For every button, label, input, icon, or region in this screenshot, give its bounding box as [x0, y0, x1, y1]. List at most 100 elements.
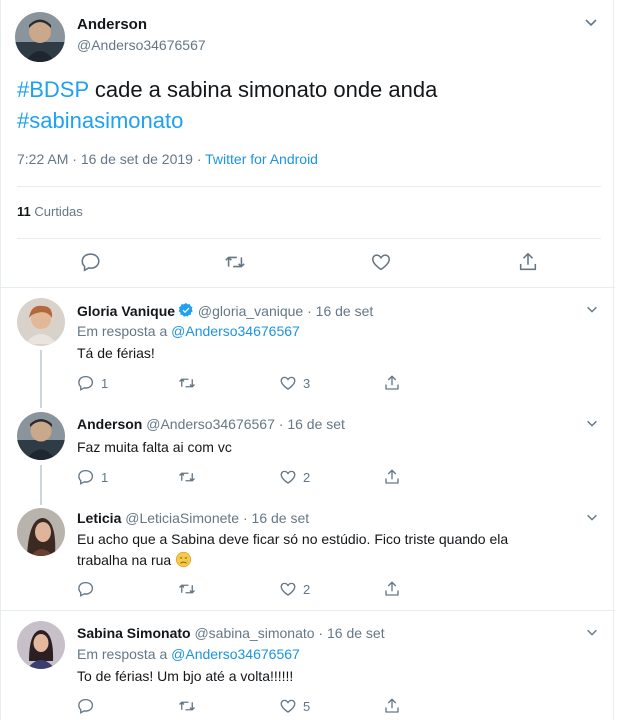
chevron-down-icon[interactable] — [585, 625, 599, 644]
retweet-button[interactable] — [177, 695, 197, 717]
reply-author-handle[interactable]: @Anderso34676567 — [146, 416, 275, 432]
retweet-button[interactable] — [177, 578, 197, 600]
reply-button[interactable]: 1 — [77, 372, 108, 394]
reply-tweet[interactable]: Sabina Simonato @sabina_simonato · 16 de… — [1, 610, 615, 720]
reply-date[interactable]: 16 de set — [316, 303, 374, 319]
likes-summary[interactable]: 11 Curtidas — [17, 204, 83, 219]
share-button[interactable] — [383, 372, 401, 394]
chevron-down-icon[interactable] — [585, 416, 599, 435]
tweet-thread-page: Anderson @Anderso34676567 #BDSP cade a s… — [0, 0, 615, 720]
reply-text-body: Eu acho que a Sabina deve ficar só no es… — [77, 531, 509, 568]
tweet-text-body: cade a sabina simonato onde anda — [88, 77, 438, 102]
retweet-icon — [179, 701, 195, 711]
reply-button[interactable] — [77, 695, 101, 717]
reply-header: Anderson @Anderso34676567 · 16 de set — [77, 416, 345, 432]
reply-icon — [78, 469, 94, 485]
avatar[interactable] — [15, 12, 65, 62]
reply-header: Leticia @LeticiaSimonete · 16 de set — [77, 510, 309, 526]
in-reply-to-label: Em resposta a — [77, 323, 168, 339]
verified-badge-icon — [178, 302, 194, 321]
retweet-icon — [179, 584, 195, 594]
share-button[interactable] — [514, 248, 542, 276]
avatar[interactable] — [17, 298, 65, 346]
share-button[interactable] — [383, 695, 401, 717]
reply-author-name[interactable]: Sabina Simonato — [77, 625, 191, 641]
share-icon — [385, 375, 399, 390]
reply-icon — [78, 375, 94, 391]
reply-author-name[interactable]: Leticia — [77, 510, 121, 526]
author-handle[interactable]: @Anderso34676567 — [77, 37, 206, 53]
reply-author-handle[interactable]: @gloria_vanique — [198, 303, 303, 319]
reply-author-name[interactable]: Gloria Vanique — [77, 303, 175, 319]
tweet-actions — [1, 248, 615, 278]
like-button[interactable]: 2 — [279, 466, 310, 488]
reply-button[interactable] — [77, 248, 105, 276]
avatar[interactable] — [17, 621, 65, 669]
reply-icon — [78, 698, 94, 714]
reply-count: 1 — [101, 375, 109, 391]
reply-author-handle[interactable]: @sabina_simonato — [194, 625, 314, 641]
like-button[interactable] — [367, 248, 395, 276]
reply-date[interactable]: 16 de set — [327, 625, 385, 641]
avatar[interactable] — [17, 412, 65, 460]
reply-icon — [81, 253, 100, 272]
hashtag-link[interactable]: #BDSP — [17, 77, 89, 102]
like-icon — [371, 254, 391, 271]
reply-text: Faz muita falta ai com vc — [77, 439, 232, 455]
reply-author-handle[interactable]: @LeticiaSimonete — [125, 510, 239, 526]
in-reply-to-link[interactable]: @Anderso34676567 — [171, 323, 300, 339]
share-icon — [385, 581, 399, 596]
chevron-down-icon[interactable] — [583, 14, 599, 35]
reply-author-name[interactable]: Anderson — [77, 416, 142, 432]
reply-button[interactable]: 1 — [77, 466, 108, 488]
divider — [17, 238, 601, 239]
reply-date[interactable]: 16 de set — [287, 416, 345, 432]
avatar[interactable] — [17, 508, 65, 556]
like-button[interactable]: 2 — [279, 578, 310, 600]
main-tweet: Anderson @Anderso34676567 #BDSP cade a s… — [1, 0, 615, 288]
meta-separator: · — [242, 510, 248, 526]
meta-separator: · — [307, 303, 312, 319]
reply-text: To de férias! Um bjo até a volta!!!!!! — [77, 668, 294, 684]
sad-face-emoji-icon — [175, 551, 192, 574]
retweet-icon — [225, 256, 245, 268]
meta-separator: · — [278, 416, 284, 432]
meta-separator: · — [192, 151, 206, 167]
retweet-icon — [179, 472, 195, 482]
chevron-down-icon[interactable] — [585, 302, 599, 321]
share-button[interactable] — [383, 578, 401, 600]
reply-tweet[interactable]: Anderson @Anderso34676567 · 16 de set Fa… — [1, 402, 615, 500]
tweet-time[interactable]: 7:22 AM — [17, 151, 68, 167]
reply-button[interactable] — [77, 578, 101, 600]
meta-separator: · — [318, 625, 324, 641]
in-reply-to-link[interactable]: @Anderso34676567 — [171, 646, 300, 662]
retweet-button[interactable] — [221, 248, 249, 276]
reply-tweet[interactable]: Leticia @LeticiaSimonete · 16 de set Eu … — [1, 502, 615, 610]
retweet-button[interactable] — [177, 466, 197, 488]
reply-date[interactable]: 16 de set — [252, 510, 310, 526]
retweet-button[interactable] — [177, 372, 197, 394]
like-icon — [280, 582, 296, 596]
in-reply-to: Em resposta a @Anderso34676567 — [77, 323, 300, 339]
chevron-down-icon[interactable] — [585, 510, 599, 529]
like-button[interactable]: 3 — [279, 372, 310, 394]
tweet-source-link[interactable]: Twitter for Android — [205, 151, 318, 167]
share-button[interactable] — [383, 466, 401, 488]
share-icon — [385, 469, 399, 484]
like-icon — [280, 470, 296, 484]
reply-actions: 5 — [77, 695, 417, 717]
tweet-date[interactable]: 16 de set de 2019 — [81, 151, 193, 167]
like-button[interactable]: 5 — [279, 695, 310, 717]
reply-header: Sabina Simonato @sabina_simonato · 16 de… — [77, 625, 385, 641]
like-count: 5 — [303, 698, 311, 714]
hashtag-link[interactable]: #sabinasimonato — [17, 108, 183, 133]
share-icon — [385, 698, 399, 713]
reply-tweet[interactable]: Gloria Vanique @gloria_vanique · 16 de s… — [1, 288, 615, 398]
reply-header: Gloria Vanique @gloria_vanique · 16 de s… — [77, 302, 373, 321]
reply-count: 1 — [101, 469, 109, 485]
reply-icon — [78, 581, 94, 597]
author-name[interactable]: Anderson — [77, 16, 147, 33]
likes-count: 11 — [17, 204, 31, 219]
reply-text: Eu acho que a Sabina deve ficar só no es… — [77, 529, 547, 574]
like-icon — [280, 699, 296, 713]
